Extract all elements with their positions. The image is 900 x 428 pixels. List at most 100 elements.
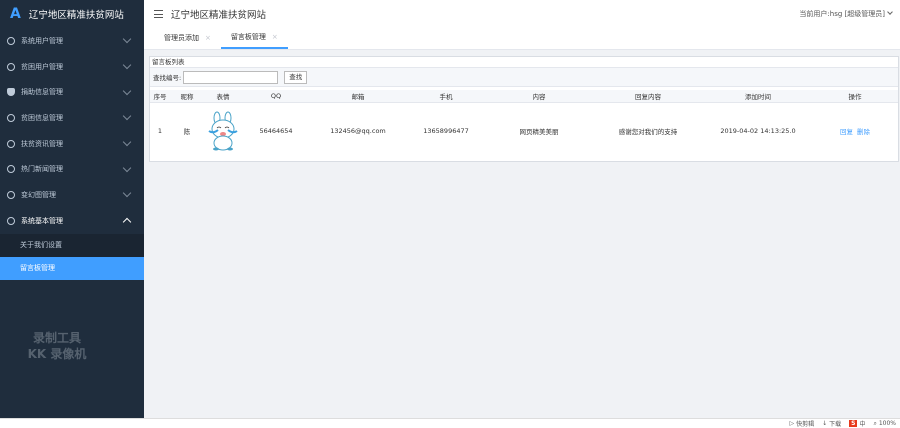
main-content: 留言板列表 查找编号: 查找 序号 昵称 表情 QQ 邮箱 手机 内容 回复内容… bbox=[144, 51, 900, 418]
sidebar-item-poverty-news[interactable]: 扶贫资讯管理 bbox=[0, 131, 144, 157]
recorder-watermark-line1: 录制工具 bbox=[32, 331, 81, 345]
chevron-down-icon bbox=[122, 35, 132, 44]
chevron-down-icon bbox=[122, 163, 132, 173]
chevron-down-icon bbox=[122, 86, 132, 95]
gear-icon bbox=[7, 113, 15, 122]
reply-link[interactable]: 回复 bbox=[840, 128, 853, 136]
sidebar-item-carousel[interactable]: 变幻图管理 bbox=[0, 182, 144, 208]
chevron-down-icon bbox=[122, 189, 132, 198]
cell-reply: 感谢您对我们的支持 bbox=[618, 127, 678, 136]
delete-link[interactable]: 删除 bbox=[857, 128, 870, 136]
status-ime-label: 中 bbox=[859, 421, 866, 428]
cell-nickname: 陈 bbox=[183, 127, 191, 136]
status-kuaijianji-label: 快剪辑 bbox=[796, 421, 815, 428]
tab-admin-add[interactable]: 管理员添加 × bbox=[154, 27, 221, 49]
gear-icon bbox=[7, 62, 15, 71]
status-download[interactable]: ↓ 下载 bbox=[822, 419, 841, 428]
guestbook-panel: 留言板列表 查找编号: 查找 序号 昵称 表情 QQ 邮箱 手机 内容 回复内容… bbox=[149, 56, 899, 162]
chevron-down-icon bbox=[122, 137, 132, 147]
sidebar-item-donations[interactable]: 捐助信息管理 bbox=[0, 79, 144, 105]
cell-time: 2019-04-02 14:13:25.0 bbox=[720, 126, 796, 135]
chevron-down-icon bbox=[887, 9, 893, 15]
crying-bunny-icon bbox=[208, 111, 238, 151]
play-icon: ▷ bbox=[789, 420, 795, 427]
chevron-down-icon bbox=[122, 112, 132, 121]
sidebar-item-system-basic[interactable]: 系统基本管理 bbox=[0, 208, 144, 234]
col-header: 手机 bbox=[406, 90, 486, 103]
sidebar-item-poor-users[interactable]: 贫困用户管理 bbox=[0, 54, 144, 80]
cell-index: 1 bbox=[157, 126, 163, 135]
status-kuaijianji[interactable]: ▷ 快剪辑 bbox=[789, 419, 814, 428]
browser-status-bar: ▷ 快剪辑 ↓ 下载 S 中 ⌕ 100% bbox=[0, 418, 900, 428]
tab-label: 留言板管理 bbox=[230, 33, 266, 41]
col-header: 操作 bbox=[812, 90, 898, 103]
brand-title: 辽宁地区精准扶贫网站 bbox=[28, 10, 124, 21]
zoom-icon: ⌕ bbox=[873, 419, 877, 427]
sidebar-item-label: 变幻图管理 bbox=[21, 190, 56, 199]
status-zoom[interactable]: ⌕ 100% bbox=[873, 420, 896, 428]
panel-title: 留言板列表 bbox=[150, 57, 898, 68]
chevron-up-icon bbox=[122, 217, 132, 227]
sidebar-menu: 系统用户管理 贫困用户管理 捐助信息管理 贫困信息管理 扶贫资讯管理 热门新闻管… bbox=[0, 28, 144, 234]
sidebar-item-label: 贫困信息管理 bbox=[21, 113, 63, 122]
cell-phone: 13658996477 bbox=[423, 126, 469, 135]
guestbook-table: 序号 昵称 表情 QQ 邮箱 手机 内容 回复内容 添加时间 操作 1 陈 56… bbox=[150, 90, 898, 159]
download-icon: ↓ bbox=[822, 420, 828, 427]
recorder-watermark: 录制工具 KK 录像机 bbox=[22, 330, 92, 362]
search-bar: 查找编号: 查找 bbox=[150, 68, 898, 87]
tab-label: 管理员添加 bbox=[164, 34, 199, 42]
close-icon[interactable]: × bbox=[272, 26, 278, 48]
sidebar-subitem-about[interactable]: 关于我们设置 bbox=[0, 234, 144, 257]
col-header: 回复内容 bbox=[592, 90, 704, 103]
chevron-down-icon bbox=[122, 60, 132, 70]
gear-icon bbox=[7, 139, 15, 148]
status-ime[interactable]: S 中 bbox=[849, 419, 865, 428]
sidebar-item-label: 捐助信息管理 bbox=[21, 88, 63, 97]
sidebar-item-system-users[interactable]: 系统用户管理 bbox=[0, 28, 144, 54]
search-button[interactable]: 查找 bbox=[284, 70, 308, 84]
menu-toggle-icon[interactable] bbox=[154, 10, 163, 18]
col-header: 内容 bbox=[486, 90, 592, 103]
sogou-icon: S bbox=[849, 420, 858, 427]
col-header: QQ bbox=[242, 90, 310, 103]
close-icon[interactable]: × bbox=[205, 27, 211, 49]
gear-icon bbox=[7, 190, 15, 199]
emoji-cell bbox=[204, 111, 242, 151]
cell-qq: 56464654 bbox=[259, 126, 293, 135]
recorder-watermark-line2: KK 录像机 bbox=[27, 347, 87, 361]
search-label: 查找编号: bbox=[153, 74, 182, 82]
gear-icon bbox=[7, 165, 15, 174]
brand-logo: A bbox=[10, 6, 21, 22]
brand: A 辽宁地区精准扶贫网站 bbox=[0, 0, 144, 28]
sidebar-item-label: 贫困用户管理 bbox=[21, 62, 63, 71]
sidebar-item-label: 扶贫资讯管理 bbox=[21, 139, 63, 148]
top-header: 辽宁地区精准扶贫网站 当前用户:hsg [超级管理员] bbox=[144, 0, 900, 28]
sidebar: A 辽宁地区精准扶贫网站 系统用户管理 贫困用户管理 捐助信息管理 贫困信息管理… bbox=[0, 0, 144, 418]
search-input[interactable] bbox=[183, 70, 279, 84]
sidebar-item-label: 系统用户管理 bbox=[21, 36, 63, 45]
user-icon bbox=[7, 88, 15, 97]
col-header: 昵称 bbox=[170, 90, 204, 103]
cell-email: 132456@qq.com bbox=[330, 126, 386, 135]
sidebar-subitem-guestbook[interactable]: 留言板管理 bbox=[0, 256, 144, 280]
gear-icon bbox=[7, 216, 15, 225]
tab-guestbook[interactable]: 留言板管理 × bbox=[220, 26, 288, 49]
cell-emoji bbox=[204, 102, 242, 159]
sidebar-item-label: 系统基本管理 bbox=[21, 216, 63, 225]
tab-bar: 管理员添加 × 留言板管理 × bbox=[144, 28, 900, 50]
page-title: 辽宁地区精准扶贫网站 bbox=[171, 10, 267, 21]
table-header-row: 序号 昵称 表情 QQ 邮箱 手机 内容 回复内容 添加时间 操作 bbox=[150, 90, 898, 103]
current-user-label: 当前用户:hsg [超级管理员] bbox=[799, 10, 885, 18]
sidebar-item-hot-news[interactable]: 热门新闻管理 bbox=[0, 156, 144, 182]
col-header: 邮箱 bbox=[310, 90, 406, 103]
cell-actions: 回复 删除 bbox=[812, 102, 898, 159]
current-user-menu[interactable]: 当前用户:hsg [超级管理员] bbox=[799, 9, 893, 19]
cell-content: 网页精美美丽 bbox=[519, 127, 559, 136]
gear-icon bbox=[7, 36, 15, 45]
submenu-system-basic: 关于我们设置 留言板管理 bbox=[0, 233, 144, 280]
status-download-label: 下载 bbox=[829, 421, 842, 428]
status-zoom-label: 100% bbox=[878, 420, 896, 427]
col-header: 添加时间 bbox=[704, 90, 812, 103]
sidebar-item-poverty-info[interactable]: 贫困信息管理 bbox=[0, 105, 144, 131]
sidebar-item-label: 热门新闻管理 bbox=[21, 165, 63, 174]
